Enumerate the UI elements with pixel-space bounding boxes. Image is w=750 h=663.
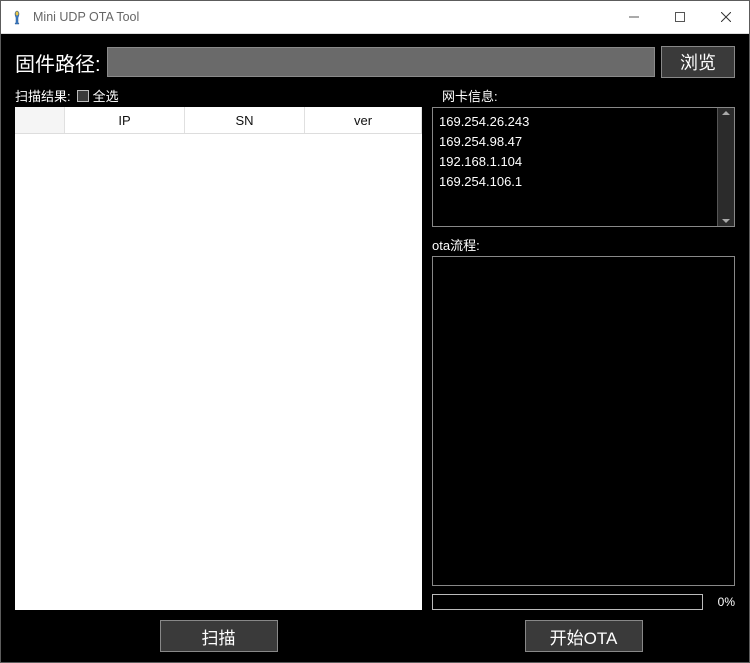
header-checkbox-col [15, 107, 65, 133]
list-item[interactable]: 192.168.1.104 [439, 152, 713, 172]
close-button[interactable] [703, 1, 749, 33]
progress-bar [432, 594, 703, 610]
firmware-path-label: 固件路径: [15, 48, 101, 77]
progress-value: 0% [711, 595, 735, 609]
list-item[interactable]: 169.254.98.47 [439, 132, 713, 152]
window-title: Mini UDP OTA Tool [33, 10, 611, 24]
ota-log-box[interactable] [432, 256, 735, 586]
select-all-checkbox[interactable] [77, 90, 89, 102]
app-icon [9, 9, 25, 25]
right-column: 169.254.26.243 169.254.98.47 192.168.1.1… [432, 107, 735, 610]
header-ip[interactable]: IP [65, 107, 185, 133]
scroll-up-icon[interactable] [722, 111, 730, 115]
select-all-label: 全选 [93, 86, 119, 105]
client-area: 固件路径: 浏览 扫描结果: 全选 网卡信息: IP SN ver [1, 34, 749, 662]
netcard-scrollbar[interactable] [717, 108, 734, 226]
main-row: IP SN ver 169.254.26.243 169.254.98.47 1… [15, 107, 735, 610]
scan-table: IP SN ver [15, 107, 422, 610]
header-ver[interactable]: ver [305, 107, 422, 133]
progress-row: 0% [432, 594, 735, 610]
list-item[interactable]: 169.254.26.243 [439, 112, 713, 132]
labels-row: 扫描结果: 全选 网卡信息: [15, 86, 735, 105]
firmware-path-input[interactable] [107, 47, 655, 77]
scroll-down-icon[interactable] [722, 219, 730, 223]
app-window: Mini UDP OTA Tool 固件路径: 浏览 扫描结果: 全选 [0, 0, 750, 663]
header-sn[interactable]: SN [185, 107, 305, 133]
list-item[interactable]: 169.254.106.1 [439, 172, 713, 192]
scan-result-label: 扫描结果: [15, 86, 71, 105]
netcard-label: 网卡信息: [442, 86, 735, 105]
netcard-items: 169.254.26.243 169.254.98.47 192.168.1.1… [439, 112, 713, 222]
scan-button[interactable]: 扫描 [160, 620, 278, 652]
netcard-listbox[interactable]: 169.254.26.243 169.254.98.47 192.168.1.1… [432, 107, 735, 227]
browse-button[interactable]: 浏览 [661, 46, 735, 78]
ota-process-label: ota流程: [432, 235, 735, 254]
window-controls [611, 1, 749, 33]
titlebar: Mini UDP OTA Tool [1, 1, 749, 34]
minimize-button[interactable] [611, 1, 657, 33]
scan-table-header: IP SN ver [15, 107, 422, 134]
firmware-path-row: 固件路径: 浏览 [15, 46, 735, 78]
maximize-button[interactable] [657, 1, 703, 33]
start-ota-button[interactable]: 开始OTA [525, 620, 643, 652]
bottom-row: 扫描 开始OTA [15, 620, 735, 652]
scan-table-body[interactable] [15, 134, 422, 610]
